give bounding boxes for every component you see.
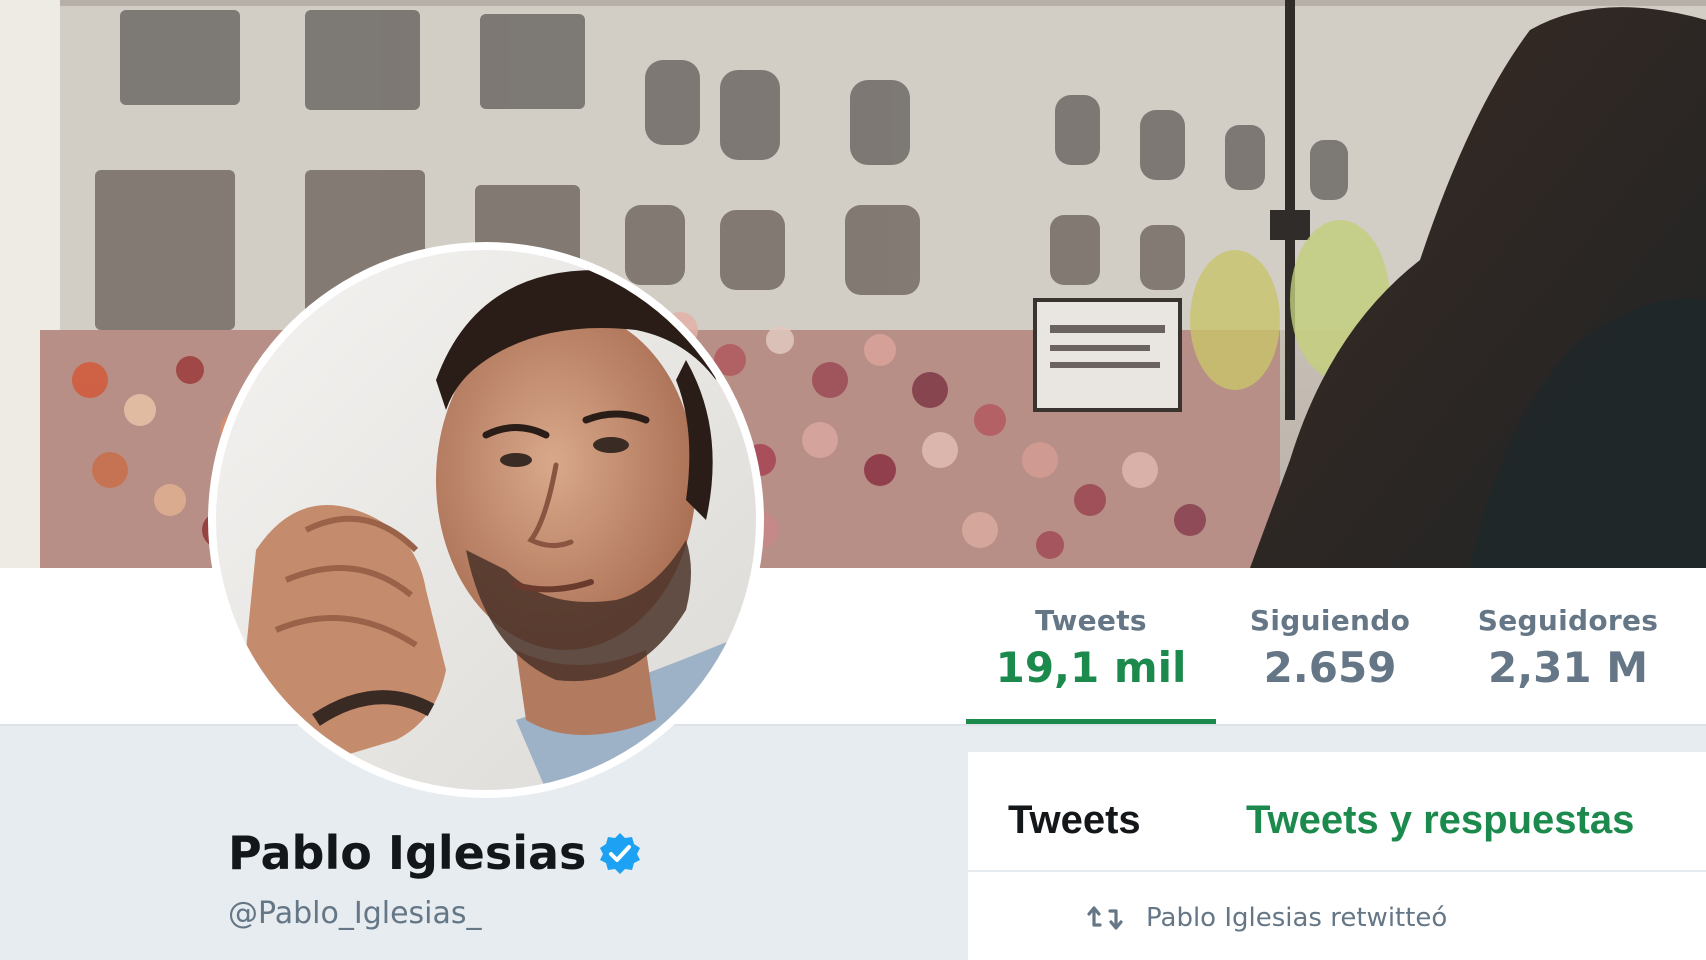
- stat-followers-label: Seguidores: [1477, 604, 1659, 637]
- retweet-context: Pablo Iglesias retwitteó: [1086, 900, 1447, 936]
- stat-followers[interactable]: Seguidores 2,31 M: [1448, 604, 1688, 692]
- profile-name[interactable]: Pablo Iglesias: [228, 826, 586, 880]
- stat-tweets-value: 19,1 mil: [995, 643, 1187, 692]
- stat-followers-value: 2,31 M: [1487, 643, 1649, 692]
- active-stat-underline: [966, 719, 1216, 724]
- verified-badge-icon: [600, 833, 641, 874]
- profile-avatar[interactable]: [216, 250, 756, 790]
- stat-following-label: Siguiendo: [1249, 604, 1411, 637]
- stat-following-value: 2.659: [1263, 643, 1397, 692]
- profile-page: Tweets 19,1 mil Siguiendo 2.659 Seguidor…: [0, 0, 1706, 960]
- stat-tweets-label: Tweets: [1035, 604, 1147, 637]
- tab-tweets[interactable]: Tweets: [1008, 798, 1141, 843]
- tab-tweets-and-replies[interactable]: Tweets y respuestas: [1246, 798, 1634, 843]
- timeline-panel: Tweets Tweets y respuestas Pablo Iglesia…: [968, 752, 1706, 960]
- retweet-icon: [1087, 906, 1123, 930]
- timeline-tabs: Tweets Tweets y respuestas: [968, 752, 1706, 872]
- stat-tweets[interactable]: Tweets 19,1 mil: [966, 604, 1216, 692]
- stat-following[interactable]: Siguiendo 2.659: [1210, 604, 1450, 692]
- retweet-label[interactable]: Pablo Iglesias retwitteó: [1146, 903, 1447, 933]
- profile-handle[interactable]: @Pablo_Iglesias_: [228, 896, 482, 931]
- profile-name-row: Pablo Iglesias: [228, 826, 642, 880]
